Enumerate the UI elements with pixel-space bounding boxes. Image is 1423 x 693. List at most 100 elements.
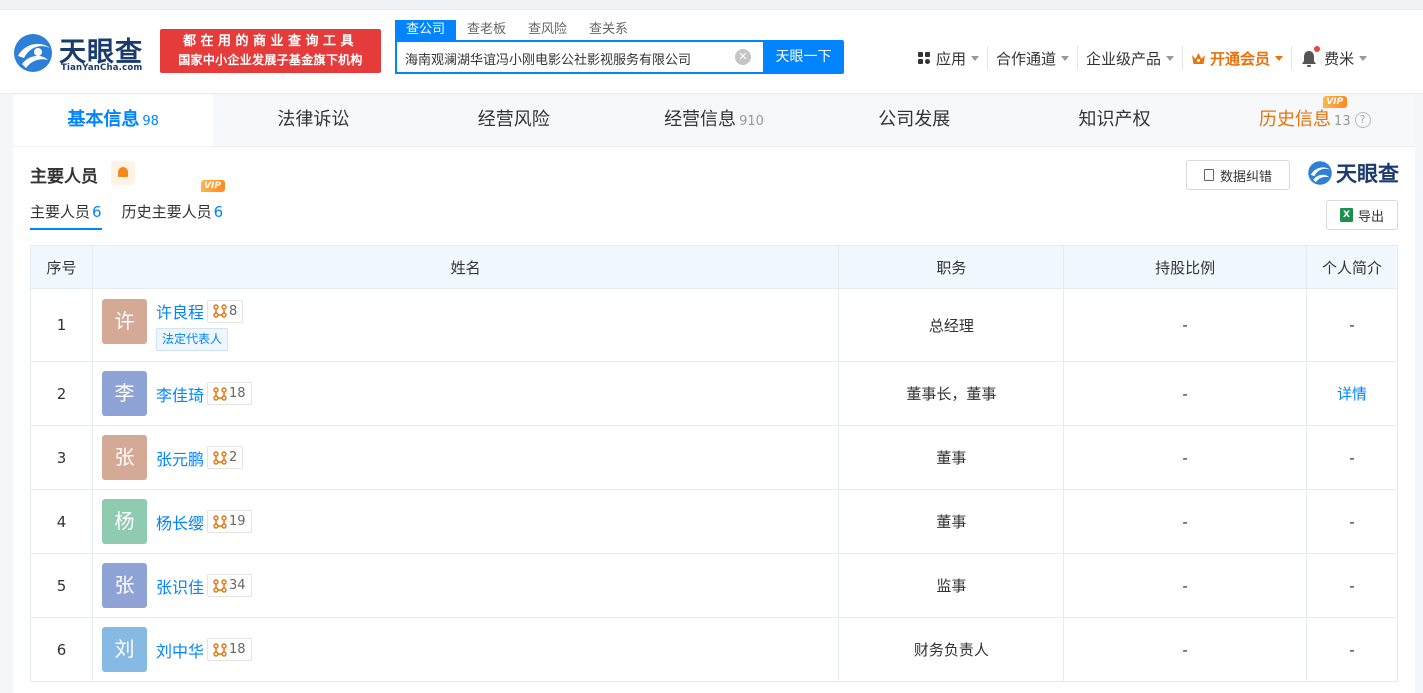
search-tab-risk[interactable]: 查风险 — [517, 20, 578, 40]
search-tab-relation[interactable]: 查关系 — [578, 20, 639, 40]
detail-tabs: 基本信息 98 法律诉讼 经营风险 经营信息 910 公司发展 知识产权 VIP 历… — [13, 95, 1415, 147]
shareholding-cell: - — [1063, 489, 1308, 554]
person-name-link[interactable]: 杨长缨 — [156, 510, 204, 534]
nav-enterprise[interactable]: 企业级产品 — [1078, 46, 1184, 70]
relation-graph-icon — [213, 642, 227, 657]
shareholding-cell: - — [1063, 553, 1308, 618]
avatar[interactable]: 张 — [101, 435, 147, 480]
person-name-link[interactable]: 许良程 — [156, 299, 204, 323]
name-cell: 刘 刘中华 18 — [91, 617, 840, 682]
name-cell: 李 李佳琦 18 — [91, 361, 840, 426]
tab-company-development[interactable]: 公司发展 — [814, 95, 1014, 146]
bio-value: - — [1349, 640, 1355, 659]
search-button[interactable]: 天眼一下 — [763, 40, 844, 74]
export-button[interactable]: X 导出 — [1326, 200, 1398, 230]
nav-user[interactable]: 费米 — [1292, 46, 1375, 70]
search-input-value[interactable]: 海南观澜湖华谊冯小刚电影公社影视服务有限公司 — [405, 49, 691, 68]
bell-icon[interactable] — [1300, 46, 1321, 68]
relation-count-badge[interactable]: 8 — [206, 299, 244, 323]
bell-icon[interactable] — [111, 161, 135, 185]
brand-watermark: 天眼查 — [1307, 158, 1399, 188]
table-row: 1 许 许良程 8 法定代表人 总经理 - - — [30, 288, 1398, 362]
search-type-tabs: 查公司 查老板 查风险 查关系 — [395, 20, 639, 40]
avatar[interactable]: 刘 — [101, 627, 147, 672]
vip-badge: VIP — [200, 180, 225, 192]
tab-lawsuits[interactable]: 法律诉讼 — [213, 95, 413, 146]
nav-partners[interactable]: 合作通道 — [988, 46, 1079, 70]
slogan-banner[interactable]: 都在用的商业查询工具 国家中小企业发展子基金旗下机构 — [160, 29, 381, 73]
tianyancha-logo-icon — [1308, 161, 1332, 185]
table-row: 5 张 张识佳 34 监事 - - — [30, 553, 1398, 618]
search-tab-company[interactable]: 查公司 — [395, 20, 457, 40]
site-logo[interactable]: 天眼查 TianYanCha.com — [12, 30, 152, 78]
bio-cell: - — [1306, 425, 1398, 490]
relation-count-badge[interactable]: 19 — [206, 510, 252, 533]
relation-count-badge[interactable]: 34 — [206, 574, 252, 597]
relation-count-badge[interactable]: 18 — [206, 382, 252, 405]
avatar[interactable]: 许 — [101, 299, 147, 344]
role-cell: 总经理 — [838, 288, 1065, 362]
relation-count: 19 — [228, 514, 246, 529]
top-nav: 应用 合作通道 企业级产品 开通会员 费米 — [910, 46, 1375, 70]
tab-business-info[interactable]: 经营信息 910 — [614, 95, 814, 146]
avatar[interactable]: 杨 — [101, 499, 147, 544]
person-info: 刘中华 18 — [156, 638, 252, 662]
tab-count: 98 — [142, 114, 159, 129]
nav-apps[interactable]: 应用 — [910, 46, 989, 70]
shareholding-cell: - — [1063, 361, 1308, 426]
subtab-count: 6 — [92, 203, 102, 221]
tianyancha-logo-icon — [14, 34, 52, 72]
excel-icon: X — [1339, 208, 1353, 222]
tab-intellectual-property[interactable]: 知识产权 — [1014, 95, 1214, 146]
shareholding-cell: - — [1063, 617, 1308, 682]
help-icon[interactable]: ? — [1354, 112, 1371, 128]
export-label: 导出 — [1357, 209, 1384, 225]
chevron-down-icon — [1061, 55, 1070, 61]
nav-vip[interactable]: 开通会员 — [1183, 46, 1293, 70]
chevron-down-icon — [971, 55, 980, 61]
tab-label: 经营风险 — [477, 109, 550, 130]
person-entry: 杨 杨长缨 19 — [101, 499, 838, 544]
tab-business-risk[interactable]: 经营风险 — [414, 95, 614, 146]
subtab-history-personnel[interactable]: VIP 历史主要人员 6 — [122, 180, 225, 230]
person-name-row: 李佳琦 18 — [156, 382, 252, 406]
subtab-current-personnel[interactable]: 主要人员 6 — [30, 201, 102, 230]
person-name-link[interactable]: 李佳琦 — [156, 382, 204, 406]
avatar[interactable]: 李 — [101, 371, 147, 416]
tab-history-info[interactable]: VIP 历史信息 13? — [1215, 95, 1415, 146]
crown-icon — [1192, 52, 1206, 64]
name-cell: 张 张元鹏 2 — [91, 425, 840, 490]
person-name-link[interactable]: 张元鹏 — [156, 446, 204, 470]
name-cell: 许 许良程 8 法定代表人 — [91, 288, 840, 362]
bio-cell: - — [1306, 553, 1398, 618]
chevron-down-icon — [1359, 55, 1368, 61]
col-header-name: 姓名 — [91, 245, 840, 289]
site-header: 天眼查 TianYanCha.com 都在用的商业查询工具 国家中小企业发展子基… — [0, 10, 1423, 94]
name-cell: 杨 杨长缨 19 — [91, 489, 840, 554]
search-input[interactable]: 海南观澜湖华谊冯小刚电影公社影视服务有限公司 ✕ — [395, 40, 763, 74]
relation-count: 18 — [228, 642, 246, 657]
table-row: 4 杨 杨长缨 19 董事 - - — [30, 489, 1398, 554]
nav-partners-label: 合作通道 — [996, 49, 1057, 68]
tab-label: 知识产权 — [1078, 109, 1151, 130]
slogan-line-2: 国家中小企业发展子基金旗下机构 — [178, 53, 363, 67]
tab-count: 910 — [739, 114, 764, 129]
tab-label: 基本信息 — [67, 109, 140, 130]
avatar[interactable]: 张 — [101, 563, 147, 608]
person-info: 杨长缨 19 — [156, 510, 252, 534]
data-correction-label: 数据纠错 — [1219, 169, 1272, 185]
brand-text: 天眼查 — [1336, 162, 1399, 186]
role-cell: 董事长，董事 — [838, 361, 1065, 426]
bio-detail-link[interactable]: 详情 — [1337, 385, 1367, 403]
relation-count-badge[interactable]: 2 — [206, 446, 244, 469]
tab-basic-info[interactable]: 基本信息 98 — [13, 95, 214, 146]
data-correction-button[interactable]: 数据纠错 — [1186, 160, 1290, 190]
top-strip — [0, 0, 1423, 10]
relation-count-badge[interactable]: 18 — [206, 638, 252, 661]
clear-icon[interactable]: ✕ — [735, 49, 751, 65]
subtab-count: 6 — [213, 203, 224, 221]
search-tab-boss[interactable]: 查老板 — [456, 20, 517, 40]
person-name-link[interactable]: 张识佳 — [156, 574, 204, 598]
nav-vip-label: 开通会员 — [1210, 49, 1271, 68]
person-name-link[interactable]: 刘中华 — [156, 638, 204, 662]
